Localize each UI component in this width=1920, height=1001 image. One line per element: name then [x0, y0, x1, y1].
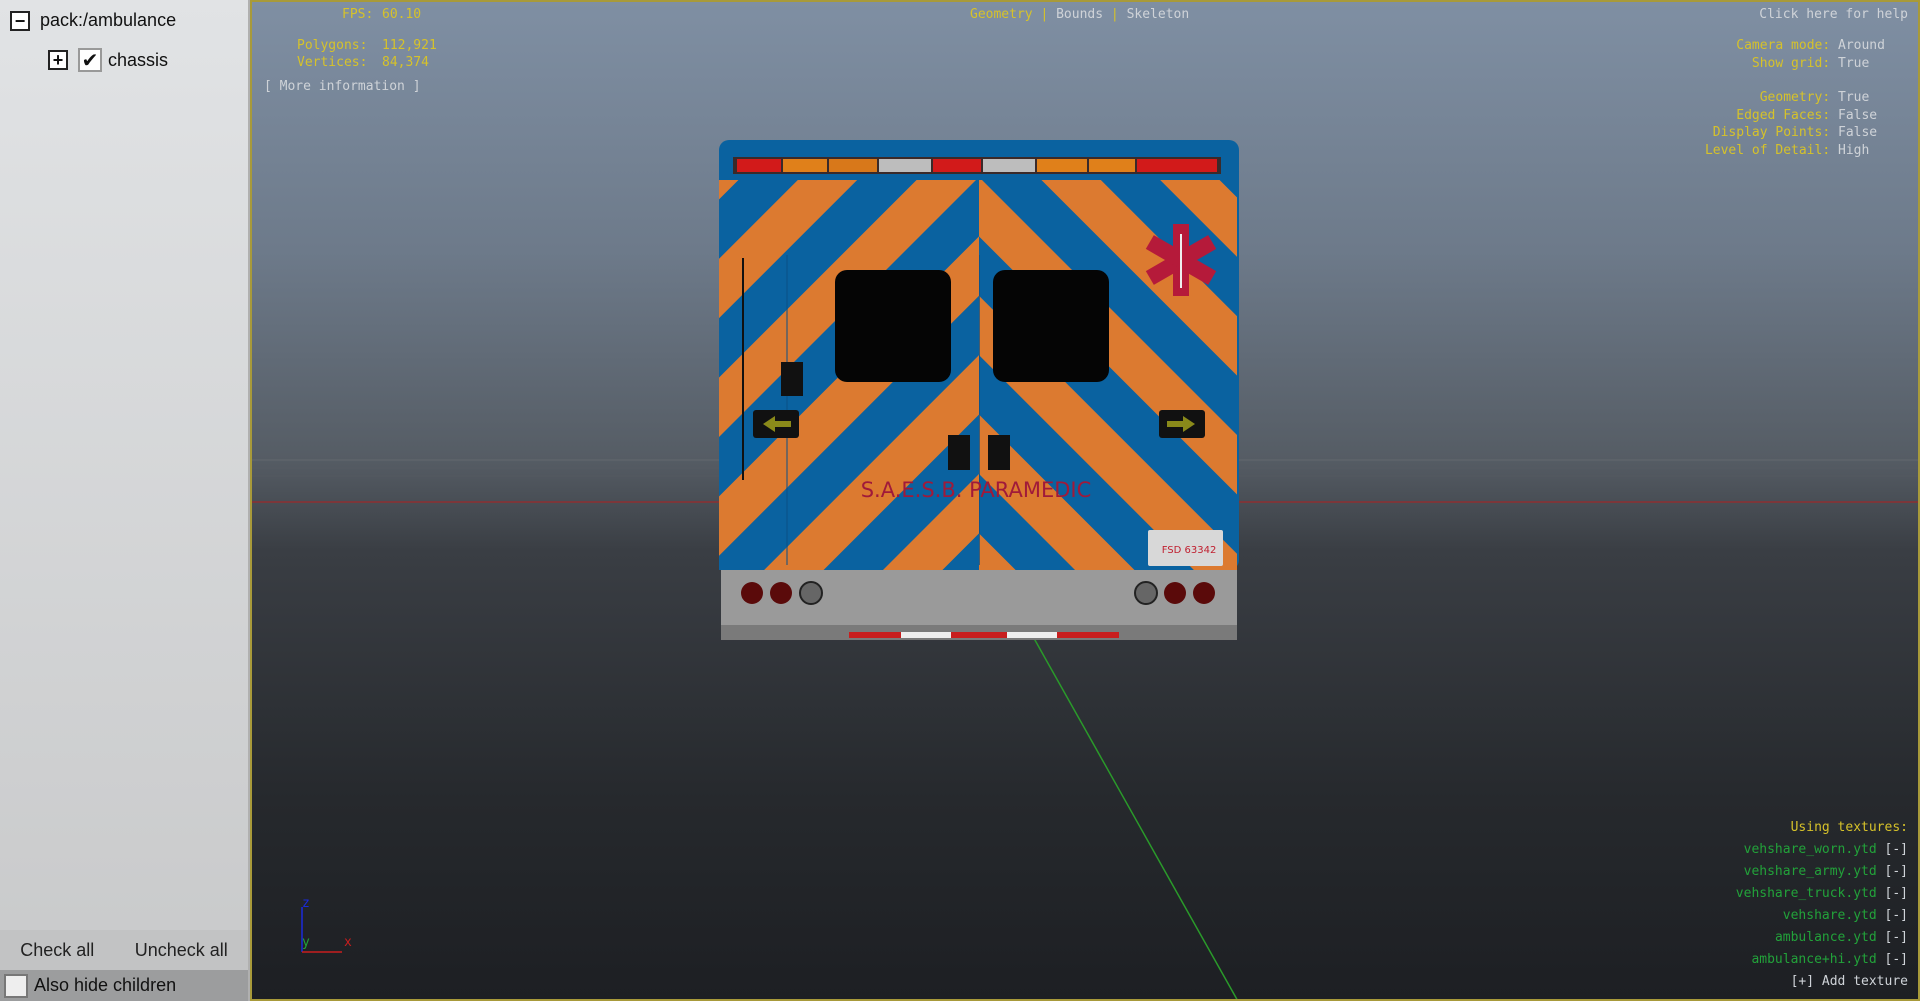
- tree-root-label: pack:/ambulance: [40, 10, 177, 30]
- settings-panel: Camera mode: Around Show grid: True Geom…: [1705, 37, 1892, 159]
- remove-texture-button[interactable]: [-]: [1885, 864, 1908, 879]
- rear-bumper: [721, 570, 1237, 625]
- add-texture-button[interactable]: [+] Add texture: [1736, 971, 1908, 993]
- texture-item: vehshare_army.ytd [-]: [1743, 864, 1908, 879]
- gizmo-x-label: x: [344, 935, 352, 950]
- fps-label: FPS:: [342, 7, 374, 22]
- setting-camera-mode[interactable]: Camera mode: Around: [1705, 37, 1892, 55]
- gizmo-z-label: z: [302, 896, 310, 911]
- button-row: Check all Uncheck all: [0, 930, 248, 970]
- remove-texture-button[interactable]: [-]: [1885, 930, 1908, 945]
- more-information-link[interactable]: [ More information ]: [264, 79, 421, 94]
- remove-texture-button[interactable]: [-]: [1885, 908, 1908, 923]
- expand-icon[interactable]: +: [48, 50, 68, 70]
- texture-item: ambulance.ytd [-]: [1774, 930, 1908, 945]
- tree-item-chassis[interactable]: + ✔ chassis: [48, 48, 168, 72]
- render-mode-tabs: Geometry | Bounds | Skeleton: [970, 7, 1190, 22]
- vertices-label: Vertices:: [297, 55, 368, 70]
- texture-item: vehshare.ytd [-]: [1782, 908, 1908, 923]
- paramedic-text: S.A.E.S.B. PARAMEDIC: [861, 478, 1092, 502]
- polygons-value: 112,921: [382, 38, 437, 53]
- tree-root[interactable]: − pack:/ambulance: [10, 10, 176, 31]
- check-all-button[interactable]: Check all: [20, 940, 94, 961]
- fps-value: 60.10: [382, 7, 422, 22]
- also-hide-children-label: Also hide children: [34, 975, 177, 995]
- gizmo-y-label: y: [302, 935, 310, 950]
- setting-level-of-detail[interactable]: Level of Detail: High: [1705, 142, 1892, 160]
- textures-panel: Using textures: vehshare_worn.ytd [-] ve…: [1736, 817, 1908, 993]
- hierarchy-panel: − pack:/ambulance + ✔ chassis Check all …: [0, 0, 250, 1001]
- texture-item: ambulance+hi.ytd [-]: [1751, 952, 1908, 967]
- 3d-viewport[interactable]: z y x S.A.E.S.B. PARAMEDIC FSD 63342 FPS…: [250, 0, 1920, 1001]
- collapse-icon[interactable]: −: [10, 10, 30, 31]
- also-hide-children-option[interactable]: Also hide children: [0, 970, 248, 1001]
- remove-texture-button[interactable]: [-]: [1885, 952, 1908, 967]
- polygons-label: Polygons:: [297, 38, 368, 53]
- texture-item: vehshare_truck.ytd [-]: [1735, 886, 1908, 901]
- rear-window-right: [993, 270, 1109, 382]
- ambulance-model: S.A.E.S.B. PARAMEDIC FSD 63342: [719, 140, 1239, 640]
- setting-edged-faces[interactable]: Edged Faces: False: [1705, 107, 1892, 125]
- plate-text: FSD 63342: [1162, 545, 1217, 556]
- setting-display-points[interactable]: Display Points: False: [1705, 124, 1892, 142]
- remove-texture-button[interactable]: [-]: [1885, 886, 1908, 901]
- help-link[interactable]: Click here for help: [1759, 7, 1908, 22]
- tab-geometry[interactable]: Geometry: [970, 7, 1033, 22]
- rear-window-left: [835, 270, 951, 382]
- chassis-checkbox[interactable]: ✔: [78, 48, 102, 72]
- tree-item-label: chassis: [108, 49, 169, 70]
- also-hide-children-checkbox[interactable]: [4, 973, 28, 998]
- light-bar-lamps: [737, 159, 1217, 172]
- textures-title: Using textures:: [1790, 820, 1908, 835]
- tab-skeleton[interactable]: Skeleton: [1127, 7, 1190, 22]
- setting-show-grid[interactable]: Show grid: True: [1705, 55, 1892, 73]
- setting-geometry[interactable]: Geometry: True: [1705, 89, 1892, 107]
- texture-item: vehshare_worn.ytd [-]: [1743, 842, 1908, 857]
- remove-texture-button[interactable]: [-]: [1885, 842, 1908, 857]
- vertices-value: 84,374: [382, 55, 429, 70]
- tab-bounds[interactable]: Bounds: [1056, 7, 1103, 22]
- uncheck-all-button[interactable]: Uncheck all: [135, 940, 228, 961]
